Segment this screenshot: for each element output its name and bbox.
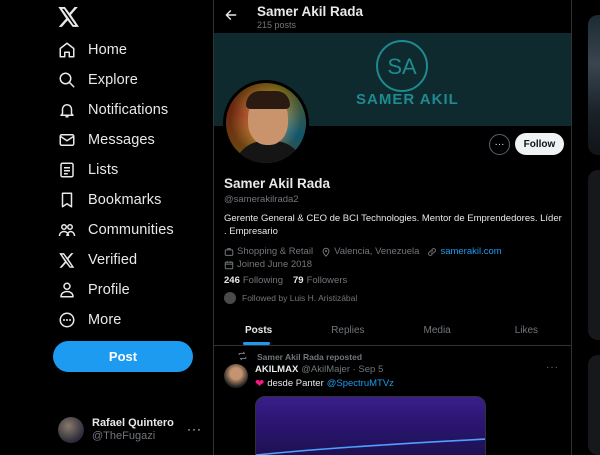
tab-posts[interactable]: Posts bbox=[214, 316, 303, 345]
tweet-body: desde Panter bbox=[267, 378, 324, 389]
link-icon bbox=[427, 247, 437, 257]
tab-media[interactable]: Media bbox=[393, 316, 482, 345]
briefcase-icon bbox=[224, 247, 234, 257]
profile-tabs: Posts Replies Media Likes bbox=[214, 316, 571, 346]
x-logo-icon bbox=[56, 249, 78, 271]
category-label: Shopping & Retail bbox=[237, 246, 314, 257]
left-navigation: Home Explore Notifications Messages List… bbox=[0, 0, 213, 455]
tweet-header: AKILMAX @AkilMajer · Sep 5 bbox=[255, 364, 383, 375]
nav-item-lists[interactable]: Lists bbox=[56, 156, 118, 184]
followers-label: Followers bbox=[306, 275, 348, 286]
header-title: Samer Akil Rada bbox=[257, 4, 364, 19]
banner-text: SAMER AKIL bbox=[356, 91, 459, 108]
tweet-handle-time: @AkilMajer · Sep 5 bbox=[301, 364, 384, 375]
bell-icon bbox=[56, 99, 78, 121]
followers-link[interactable]: 79 Followers bbox=[293, 275, 347, 286]
tweet-more-icon[interactable]: ··· bbox=[546, 362, 559, 373]
tweet[interactable]: Samer Akil Rada reposted AKILMAX @AkilMa… bbox=[214, 347, 571, 455]
post-button[interactable]: Post bbox=[53, 341, 193, 372]
tab-likes[interactable]: Likes bbox=[482, 316, 571, 345]
following-count: 246 bbox=[224, 275, 240, 286]
nav-item-label: Lists bbox=[88, 162, 119, 178]
people-icon bbox=[56, 219, 78, 241]
avatar bbox=[58, 417, 84, 443]
account-handle: @TheFugazi bbox=[92, 430, 156, 442]
nav-item-label: Verified bbox=[88, 252, 138, 268]
followers-count: 79 bbox=[293, 275, 304, 286]
tweet-author[interactable]: AKILMAX bbox=[255, 364, 298, 375]
category: Shopping & Retail bbox=[224, 245, 313, 258]
calendar-icon bbox=[224, 260, 234, 270]
following-label: Following bbox=[242, 275, 283, 286]
nav-item-label: Home bbox=[88, 42, 128, 58]
nav-item-bookmarks[interactable]: Bookmarks bbox=[56, 186, 161, 214]
profile-name: Samer Akil Rada bbox=[224, 176, 331, 191]
nav-item-communities[interactable]: Communities bbox=[56, 216, 174, 244]
nav-item-verified[interactable]: Verified bbox=[56, 246, 137, 274]
post-count: 215 posts bbox=[257, 20, 297, 30]
account-name: Rafael Quintero bbox=[92, 417, 174, 429]
person-icon bbox=[56, 279, 78, 301]
more-options-button[interactable]: ··· bbox=[489, 134, 510, 155]
tweet-text: ❤ desde Panter @SpectruMTVz bbox=[255, 377, 394, 390]
follow-stats: 246 Following 79 Followers bbox=[224, 275, 357, 286]
avatar[interactable] bbox=[224, 364, 248, 388]
trend-card[interactable] bbox=[588, 15, 600, 155]
tab-replies[interactable]: Replies bbox=[303, 316, 392, 345]
tweet-mention[interactable]: @SpectruMTVz bbox=[327, 378, 394, 389]
nav-item-label: Notifications bbox=[88, 102, 169, 118]
search-icon bbox=[56, 69, 78, 91]
account-switcher[interactable]: Rafael Quintero @TheFugazi ··· bbox=[58, 414, 208, 446]
nav-item-explore[interactable]: Explore bbox=[56, 66, 138, 94]
more-icon: ··· bbox=[187, 422, 202, 436]
nav-item-label: Profile bbox=[88, 282, 130, 298]
profile-column: Samer Akil Rada 215 posts SA SAMER AKIL … bbox=[213, 0, 572, 455]
followed-by-text: Followed by Luis H. Aristizábal bbox=[242, 293, 358, 303]
more-circle-icon bbox=[56, 309, 78, 331]
repost-icon bbox=[237, 351, 249, 363]
list-icon bbox=[56, 159, 78, 181]
mail-icon bbox=[56, 129, 78, 151]
avatar bbox=[224, 292, 236, 304]
joined-label: Joined June 2018 bbox=[237, 259, 313, 270]
nav-item-home[interactable]: Home bbox=[56, 36, 127, 64]
profile-meta: Shopping & Retail Valencia, Venezuela sa… bbox=[224, 245, 569, 271]
profile-bio: Gerente General & CEO de BCI Technologie… bbox=[224, 213, 562, 237]
sidebar-card[interactable] bbox=[588, 170, 600, 340]
nav-item-notifications[interactable]: Notifications bbox=[56, 96, 168, 124]
heart-icon: ❤ bbox=[255, 378, 265, 390]
bookmark-icon bbox=[56, 189, 78, 211]
location-pin-icon bbox=[321, 247, 331, 257]
followed-by[interactable]: Followed by Luis H. Aristizábal bbox=[224, 292, 357, 304]
following-link[interactable]: 246 Following bbox=[224, 275, 283, 286]
home-icon bbox=[56, 39, 78, 61]
sidebar-card[interactable] bbox=[588, 355, 600, 455]
nav-item-label: Explore bbox=[88, 72, 138, 88]
nav-item-messages[interactable]: Messages bbox=[56, 126, 155, 154]
tweet-media[interactable] bbox=[255, 396, 486, 455]
follow-button[interactable]: Follow bbox=[515, 133, 564, 155]
location: Valencia, Venezuela bbox=[321, 245, 419, 258]
location-label: Valencia, Venezuela bbox=[334, 246, 420, 257]
nav-item-label: Bookmarks bbox=[88, 192, 162, 208]
profile-avatar[interactable] bbox=[223, 80, 309, 166]
nav-item-label: Messages bbox=[88, 132, 155, 148]
repost-indicator: Samer Akil Rada reposted bbox=[237, 351, 362, 363]
media-line-graphic bbox=[256, 438, 485, 455]
nav-item-profile[interactable]: Profile bbox=[56, 276, 130, 304]
banner-monogram: SA bbox=[387, 54, 417, 79]
repost-text: Samer Akil Rada reposted bbox=[257, 352, 363, 362]
website[interactable]: samerakil.com bbox=[427, 245, 502, 258]
banner-logo-icon: SA bbox=[376, 40, 428, 92]
back-arrow-icon[interactable] bbox=[224, 8, 238, 22]
x-logo-icon[interactable] bbox=[58, 7, 80, 27]
nav-item-label: Communities bbox=[88, 222, 174, 238]
profile-header-bar: Samer Akil Rada 215 posts bbox=[214, 0, 571, 33]
profile-handle: @samerakilrada2 bbox=[224, 194, 299, 205]
nav-item-more[interactable]: More bbox=[56, 306, 121, 334]
right-sidebar bbox=[573, 0, 600, 455]
joined: Joined June 2018 bbox=[224, 258, 312, 271]
website-link[interactable]: samerakil.com bbox=[440, 245, 501, 258]
nav-item-label: More bbox=[88, 312, 122, 328]
